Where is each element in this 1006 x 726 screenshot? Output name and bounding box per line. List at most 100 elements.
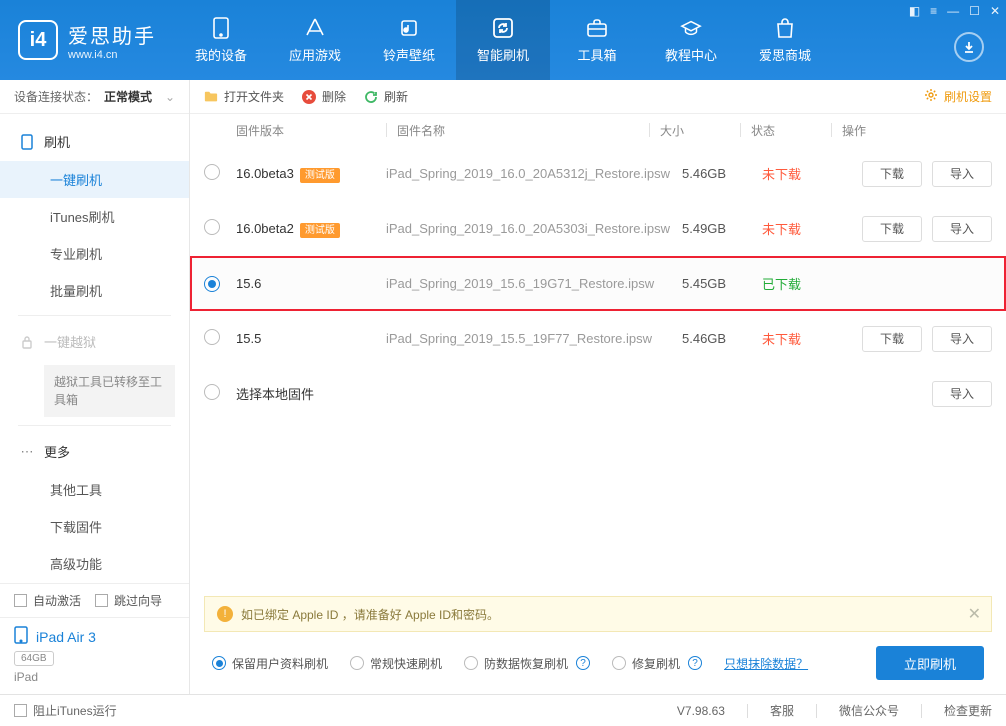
toolbar: 打开文件夹 删除 刷新 刷机设置 <box>190 80 1006 114</box>
support-link[interactable]: 客服 <box>770 702 794 719</box>
row-radio[interactable] <box>204 164 220 180</box>
nav-store[interactable]: 爱思商城 <box>738 0 832 80</box>
lock-icon <box>20 335 34 349</box>
firmware-name: iPad_Spring_2019_15.5_19F77_Restore.ipsw <box>386 331 682 346</box>
nav-toolbox[interactable]: 工具箱 <box>550 0 644 80</box>
firmware-name: iPad_Spring_2019_16.0_20A5303i_Restore.i… <box>386 221 682 236</box>
win-skin-icon[interactable]: ◧ <box>909 4 920 18</box>
sidebar: 设备连接状态： 正常模式 ⌄ 刷机 一键刷机 iTunes刷机 专业刷机 批量刷… <box>0 80 190 694</box>
sidebar-group-flash[interactable]: 刷机 <box>0 122 189 161</box>
import-button[interactable]: 导入 <box>932 216 992 242</box>
auto-activate-checkbox[interactable]: 自动激活 <box>14 592 81 609</box>
firmware-size: 5.45GB <box>682 276 762 291</box>
erase-link[interactable]: 只想抹除数据？ <box>724 655 808 672</box>
warning-icon: ! <box>217 606 233 622</box>
phone-flash-icon <box>20 135 34 149</box>
table-row[interactable]: 16.0beta2测试版iPad_Spring_2019_16.0_20A530… <box>190 201 1006 256</box>
toolbox-icon <box>586 17 608 39</box>
flash-settings-button[interactable]: 刷机设置 <box>924 88 992 105</box>
firmware-rows: 16.0beta3 测试版 iPad_Spring_2019_16.0_20A531… <box>190 146 1006 421</box>
connection-status: 设备连接状态： 正常模式 ⌄ <box>0 80 189 114</box>
win-max-icon[interactable]: ☐ <box>969 4 980 18</box>
row-radio[interactable] <box>204 219 220 235</box>
win-menu-icon[interactable]: ≡ <box>930 4 937 18</box>
chevron-down-icon[interactable]: ⌄ <box>165 90 175 104</box>
refresh-icon <box>364 90 378 104</box>
footer: 阻止iTunes运行 V7.98.63 客服 微信公众号 检查更新 <box>0 694 1006 726</box>
version-label: V7.98.63 <box>677 704 725 718</box>
firmware-version: 16.0beta2 <box>236 221 294 236</box>
opt-regular[interactable]: 常规快速刷机 <box>350 655 442 672</box>
app-url: www.i4.cn <box>68 49 156 61</box>
firmware-version: 15.5 <box>236 331 261 346</box>
app-name: 爱思助手 <box>68 20 156 49</box>
logo-icon: i4 <box>18 20 58 60</box>
sidebar-item-itunes[interactable]: iTunes刷机 <box>0 198 189 235</box>
download-indicator-icon[interactable] <box>954 32 984 62</box>
row-radio[interactable] <box>204 276 220 292</box>
sidebar-item-advanced[interactable]: 高级功能 <box>0 545 189 582</box>
block-itunes-checkbox[interactable]: 阻止iTunes运行 <box>14 702 117 719</box>
th-size: 大小 <box>660 122 740 139</box>
table-row[interactable]: 16.0beta3 测试版 iPad_Spring_2019_16.0_20A531… <box>190 146 1006 201</box>
beta-badge: 测试版 <box>300 168 340 183</box>
download-button[interactable]: 下载 <box>862 216 922 242</box>
delete-icon <box>302 90 316 104</box>
sidebar-item-oneclick[interactable]: 一键刷机 <box>0 161 189 198</box>
refresh-square-icon <box>492 17 514 39</box>
select-local-label: 选择本地固件 <box>236 384 386 403</box>
firmware-size: 5.49GB <box>682 221 762 236</box>
wechat-link[interactable]: 微信公众号 <box>839 702 899 719</box>
update-link[interactable]: 检查更新 <box>944 702 992 719</box>
nav-device[interactable]: 我的设备 <box>174 0 268 80</box>
help-icon[interactable]: ? <box>688 656 702 670</box>
table-row[interactable]: 15.5 iPad_Spring_2019_15.5_19F77_Restore.… <box>190 311 1006 366</box>
th-ops: 操作 <box>842 122 992 139</box>
nav-ringtones[interactable]: 铃声壁纸 <box>362 0 456 80</box>
device-capacity: 64GB <box>14 651 54 666</box>
firmware-size: 5.46GB <box>682 166 762 181</box>
download-button[interactable]: 下载 <box>862 161 922 187</box>
th-version: 固件版本 <box>236 122 386 139</box>
sidebar-item-pro[interactable]: 专业刷机 <box>0 235 189 272</box>
open-folder-button[interactable]: 打开文件夹 <box>204 88 284 105</box>
folder-icon <box>204 90 218 104</box>
sidebar-group-more[interactable]: ⋯更多 <box>0 432 189 471</box>
bag-icon <box>774 17 796 39</box>
opt-repair[interactable]: 修复刷机? <box>612 655 702 672</box>
delete-button[interactable]: 删除 <box>302 88 346 105</box>
appstore-icon <box>304 17 326 39</box>
firmware-name: iPad_Spring_2019_16.0_20A5312j_Restore.i… <box>386 166 682 181</box>
flash-now-button[interactable]: 立即刷机 <box>876 646 984 680</box>
nav-flash[interactable]: 智能刷机 <box>456 0 550 80</box>
firmware-status: 未下载 <box>762 329 842 348</box>
nav-tutorials[interactable]: 教程中心 <box>644 0 738 80</box>
close-icon[interactable]: ✕ <box>968 604 981 624</box>
skip-guide-checkbox[interactable]: 跳过向导 <box>95 592 162 609</box>
table-header: 固件版本 固件名称 大小 状态 操作 <box>190 114 1006 146</box>
opt-keep-data[interactable]: 保留用户资料刷机 <box>212 655 328 672</box>
firmware-version: 16.0beta3 <box>236 166 294 181</box>
firmware-status: 已下载 <box>762 274 842 293</box>
download-button[interactable]: 下载 <box>862 326 922 352</box>
jailbreak-notice: 越狱工具已转移至工具箱 <box>44 365 175 417</box>
sidebar-item-batch[interactable]: 批量刷机 <box>0 272 189 309</box>
row-radio[interactable] <box>204 329 220 345</box>
import-button[interactable]: 导入 <box>932 161 992 187</box>
win-min-icon[interactable]: ― <box>947 4 959 18</box>
refresh-button[interactable]: 刷新 <box>364 88 408 105</box>
win-close-icon[interactable]: ✕ <box>990 4 1000 18</box>
table-row-local[interactable]: 选择本地固件 导入 <box>190 366 1006 421</box>
table-row[interactable]: 15.6iPad_Spring_2019_15.6_19G71_Restore.… <box>190 256 1006 311</box>
import-button[interactable]: 导入 <box>932 381 992 407</box>
sidebar-item-other[interactable]: 其他工具 <box>0 471 189 508</box>
import-button[interactable]: 导入 <box>932 326 992 352</box>
graduation-icon <box>680 17 702 39</box>
nav-apps[interactable]: 应用游戏 <box>268 0 362 80</box>
opt-anti-recovery[interactable]: 防数据恢复刷机? <box>464 655 590 672</box>
help-icon[interactable]: ? <box>576 656 590 670</box>
tablet-icon <box>14 626 28 647</box>
row-radio[interactable] <box>204 384 220 400</box>
sidebar-item-download[interactable]: 下载固件 <box>0 508 189 545</box>
th-status: 状态 <box>751 122 831 139</box>
